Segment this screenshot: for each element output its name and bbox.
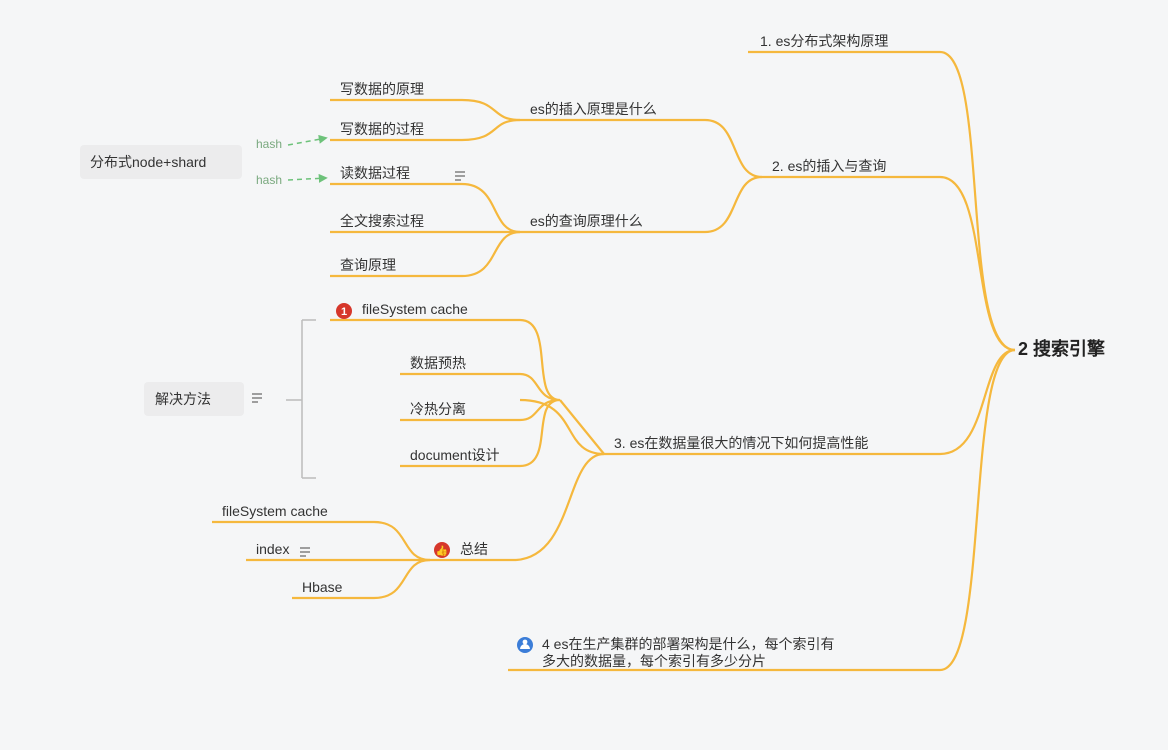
solve-title: 解决方法 xyxy=(155,391,211,407)
notes-icon xyxy=(300,548,310,556)
branch-3[interactable]: 3. es在数据量很大的情况下如何提高性能 xyxy=(614,435,868,451)
dashed-arrow-1 xyxy=(288,138,326,145)
solve2[interactable]: 数据预热 xyxy=(410,355,466,371)
qry1[interactable]: 读数据过程 xyxy=(340,165,410,181)
sum2[interactable]: index xyxy=(256,541,289,557)
b2-query[interactable]: es的查询原理什么 xyxy=(530,213,643,229)
solve3[interactable]: 冷热分离 xyxy=(410,401,466,417)
notes-icon xyxy=(252,394,262,402)
branch-2[interactable]: 2. es的插入与查询 xyxy=(772,158,886,174)
summary-node[interactable]: 总结 xyxy=(460,541,488,557)
qry2[interactable]: 全文搜索过程 xyxy=(340,213,424,229)
hash-label-1: hash xyxy=(256,137,282,151)
ins2[interactable]: 写数据的过程 xyxy=(340,121,424,137)
branch-4-line1[interactable]: 4 es在生产集群的部署架构是什么，每个索引有 xyxy=(542,636,834,652)
root-node[interactable]: 2 搜索引擎 xyxy=(1018,338,1105,359)
svg-text:👍: 👍 xyxy=(436,544,448,557)
dist-node: 分布式node+shard xyxy=(90,154,206,170)
sum3[interactable]: Hbase xyxy=(302,579,343,595)
branch-4-line2[interactable]: 多大的数据量，每个索引有多少分片 xyxy=(542,653,766,669)
dashed-arrow-2 xyxy=(288,178,326,180)
branch-1[interactable]: 1. es分布式架构原理 xyxy=(760,33,888,49)
solve4[interactable]: document设计 xyxy=(410,447,499,463)
hash-label-2: hash xyxy=(256,173,282,187)
svg-text:1: 1 xyxy=(341,306,347,318)
solve1[interactable]: fileSystem cache xyxy=(362,301,468,317)
b2-insert[interactable]: es的插入原理是什么 xyxy=(530,101,657,117)
qry3[interactable]: 查询原理 xyxy=(340,257,396,273)
notes-icon xyxy=(455,172,465,180)
sum1[interactable]: fileSystem cache xyxy=(222,503,328,519)
ins1[interactable]: 写数据的原理 xyxy=(340,81,424,97)
